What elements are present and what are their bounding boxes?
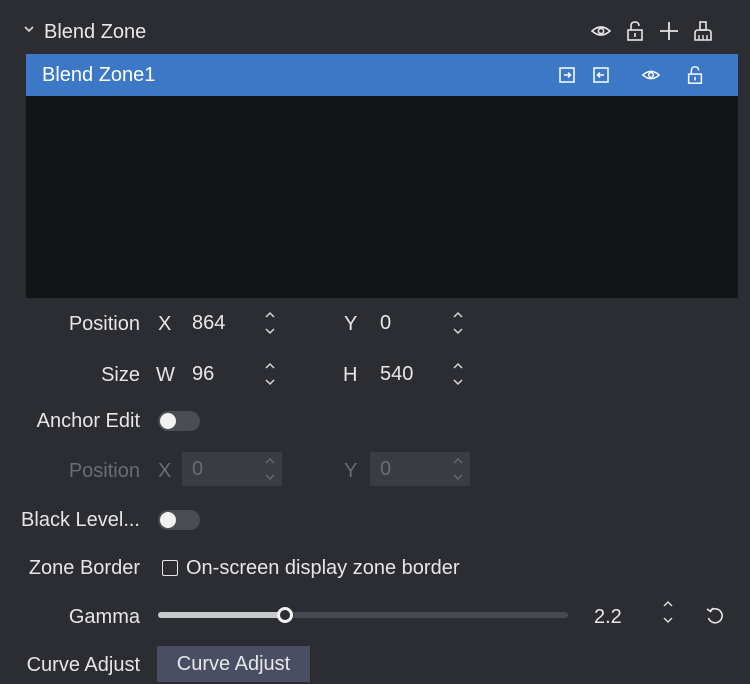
anchor-x-axis-label: X [158,460,172,482]
position-y-value: 0 [380,312,392,334]
unlock-icon[interactable] [682,62,708,88]
w-axis-label: W [156,364,175,386]
anchor-edit-label: Anchor Edit [36,410,140,432]
position-x-value: 864 [192,312,226,334]
anchor-edit-toggle[interactable] [158,411,200,431]
zone-border-checkbox[interactable] [162,560,178,576]
spin-arrows-icon[interactable] [262,455,278,483]
anchor-position-label: Position [68,460,140,482]
x-axis-label: X [158,313,172,335]
size-label: Size [101,364,140,386]
h-axis-label: H [343,364,358,386]
export-icon[interactable] [554,62,580,88]
toggle-knob [160,413,176,429]
zone-list[interactable]: Blend Zone1 [26,54,738,298]
clean-brush-icon[interactable] [690,18,716,44]
y-axis-label: Y [344,313,358,335]
anchor-y-axis-label: Y [344,460,358,482]
anchor-x-spinbox[interactable]: 0 [182,452,282,486]
curve-adjust-label: Curve Adjust [26,654,140,676]
anchor-y-value: 0 [380,458,392,480]
anchor-y-spinbox[interactable]: 0 [370,452,470,486]
spin-arrows-icon[interactable] [450,360,466,388]
spin-arrows-icon[interactable] [660,598,676,626]
size-h-spinbox[interactable]: 540 [370,357,470,391]
position-y-spinbox[interactable]: 0 [370,306,470,340]
reset-icon[interactable] [704,605,726,627]
eye-icon[interactable] [588,18,614,44]
gamma-slider-thumb[interactable] [277,607,293,623]
spin-arrows-icon[interactable] [450,309,466,337]
eye-icon[interactable] [638,62,664,88]
spin-arrows-icon[interactable] [262,309,278,337]
unlock-icon[interactable] [622,18,648,44]
gamma-slider[interactable] [158,607,568,623]
blend-zone-header: Blend Zone [0,10,750,54]
zone-border-checkbox-label[interactable]: On-screen display zone border [186,557,459,580]
spin-arrows-icon[interactable] [262,360,278,388]
black-level-label: Black Level... [21,509,140,531]
toggle-knob [160,512,176,528]
chevron-down-icon[interactable] [22,22,36,36]
panel-title: Blend Zone [44,21,147,43]
gamma-slider-fill [158,612,285,618]
position-x-spinbox[interactable]: 864 [182,306,282,340]
size-w-spinbox[interactable]: 96 [182,357,282,391]
curve-adjust-button[interactable]: Curve Adjust [157,646,310,682]
position-label: Position [68,313,140,335]
black-level-toggle[interactable] [158,510,200,530]
plus-icon[interactable] [656,18,682,44]
size-h-value: 540 [380,363,414,385]
spin-arrows-icon[interactable] [450,455,466,483]
gamma-label: Gamma [68,606,140,628]
zone-border-label: Zone Border [28,557,140,579]
list-item-label: Blend Zone1 [42,64,156,86]
anchor-x-value: 0 [192,458,204,480]
import-icon[interactable] [588,62,614,88]
list-item[interactable]: Blend Zone1 [26,54,738,96]
gamma-value[interactable]: 2.2 [594,606,622,629]
size-w-value: 96 [192,363,215,385]
